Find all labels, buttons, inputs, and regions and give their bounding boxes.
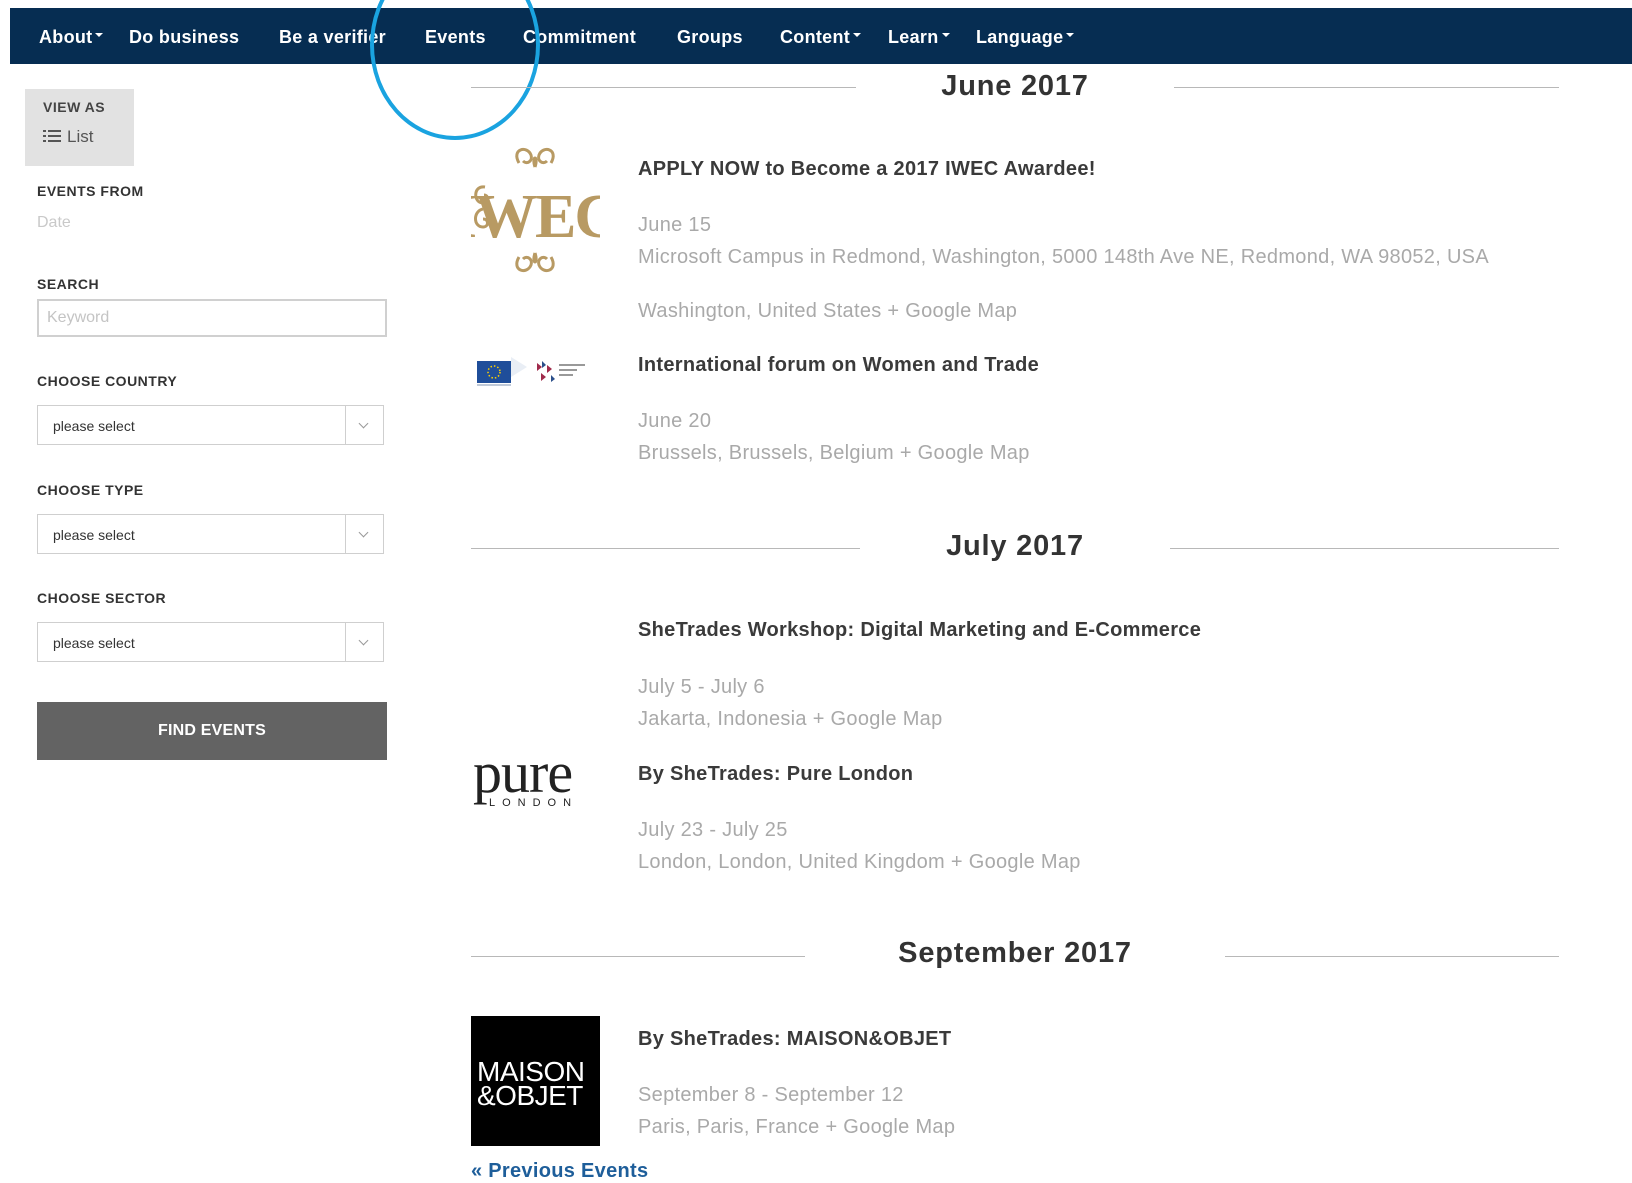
nav-be-a-verifier-label: Be a verifier [279, 27, 386, 47]
country-select-value: please select [53, 418, 135, 434]
divider [471, 548, 860, 549]
event-location: London, London, United Kingdom + Google … [638, 849, 1538, 876]
event-title-link[interactable]: APPLY NOW to Become a 2017 IWEC Awardee! [638, 158, 1096, 181]
event-location: Washington, United States + Google Map [638, 298, 1538, 325]
event-date: June 20 [638, 410, 712, 432]
divider [471, 87, 856, 88]
nav-content-label: Content [780, 27, 851, 47]
nav-learn-label: Learn [888, 27, 939, 47]
maison-objet-logo: MAISON &OBJET [471, 1016, 600, 1146]
chevron-down-icon [345, 623, 383, 661]
nav-content[interactable]: Content [780, 8, 862, 64]
event-title-link[interactable]: SheTrades Workshop: Digital Marketing an… [638, 619, 1201, 642]
divider [1174, 87, 1559, 88]
chevron-down-icon [345, 515, 383, 553]
event-title-link[interactable]: By SheTrades: MAISON&OBJET [638, 1028, 951, 1051]
divider [1225, 956, 1559, 957]
view-as-panel: VIEW AS List [25, 89, 134, 166]
event-location-text: London, London, United Kingdom [638, 851, 946, 873]
event-location: Brussels, Brussels, Belgium + Google Map [638, 440, 1538, 467]
nav-be-a-verifier[interactable]: Be a verifier [279, 8, 386, 64]
nav-do-business[interactable]: Do business [129, 8, 239, 64]
google-map-link[interactable]: + Google Map [825, 1116, 955, 1138]
event-location: Jakarta, Indonesia + Google Map [638, 706, 1538, 733]
google-map-link[interactable]: + Google Map [813, 708, 943, 730]
divider [471, 956, 805, 957]
nav-about[interactable]: About [39, 8, 104, 64]
sector-select-value: please select [53, 635, 135, 651]
london-logo-text: LONDON [489, 797, 578, 809]
nav-do-business-label: Do business [129, 27, 240, 47]
event-date: June 15 [638, 214, 712, 236]
event-venue: Microsoft Campus in Redmond, Washington,… [638, 246, 1489, 268]
list-icon [43, 130, 61, 143]
nav-groups-label: Groups [677, 27, 743, 47]
eu-itc-logos [477, 357, 585, 386]
event-location-text: Paris, Paris, France [638, 1116, 820, 1138]
event-location-text: Jakarta, Indonesia [638, 708, 807, 730]
pure-logo-text: pure [473, 742, 572, 805]
google-map-link[interactable]: + Google Map [900, 442, 1030, 464]
month-heading: July 2017 [946, 530, 1084, 562]
event-date: July 5 - July 6 [638, 676, 765, 698]
date-field[interactable]: Date [37, 214, 237, 234]
caret-down-icon [1066, 33, 1075, 38]
event-location: Paris, Paris, France + Google Map [638, 1114, 1538, 1141]
search-label: SEARCH [37, 276, 100, 292]
choose-country-label: CHOOSE COUNTRY [37, 373, 178, 389]
google-map-link[interactable]: + Google Map [951, 851, 1081, 873]
event-date: September 8 - September 12 [638, 1084, 904, 1106]
caret-down-icon [95, 33, 104, 38]
divider [1170, 548, 1559, 549]
pure-london-logo: pure LONDON [473, 742, 578, 809]
month-heading: June 2017 [941, 70, 1089, 102]
view-as-list-toggle[interactable]: List [43, 127, 93, 147]
nav-language[interactable]: Language [976, 8, 1075, 64]
choose-type-label: CHOOSE TYPE [37, 482, 144, 498]
nav-events[interactable]: Events [425, 8, 486, 64]
maison-logo-line2: &OBJET [477, 1080, 583, 1111]
keyword-search-input[interactable] [37, 299, 387, 337]
type-select[interactable]: please select [37, 514, 384, 554]
event-date: July 23 - July 25 [638, 819, 788, 841]
iwec-logo-text: IWEC [471, 183, 600, 251]
iwec-logo: IWEC [471, 147, 600, 273]
country-select[interactable]: please select [37, 405, 384, 445]
event-title-link[interactable]: By SheTrades: Pure London [638, 763, 913, 786]
sector-select[interactable]: please select [37, 622, 384, 662]
chevron-down-icon [345, 406, 383, 444]
event-location-text: Brussels, Brussels, Belgium [638, 442, 894, 464]
nav-events-label: Events [425, 27, 486, 47]
find-events-button[interactable]: FIND EVENTS [37, 702, 387, 760]
top-navbar: About Do business Be a verifier Events C… [10, 8, 1632, 64]
nav-commitment-label: Commitment [523, 27, 637, 47]
event-title-link[interactable]: International forum on Women and Trade [638, 354, 1039, 377]
month-heading: September 2017 [898, 937, 1132, 969]
choose-sector-label: CHOOSE SECTOR [37, 590, 167, 606]
view-as-label: VIEW AS [43, 99, 106, 115]
event-location-text: Washington, United States [638, 300, 882, 322]
view-as-value: List [67, 127, 94, 146]
nav-language-label: Language [976, 27, 1064, 47]
google-map-link[interactable]: + Google Map [887, 300, 1017, 322]
caret-down-icon [853, 33, 862, 38]
nav-groups[interactable]: Groups [677, 8, 743, 64]
nav-commitment[interactable]: Commitment [523, 8, 636, 64]
events-from-label: EVENTS FROM [37, 183, 144, 199]
caret-down-icon [941, 33, 950, 38]
nav-about-label: About [39, 27, 93, 47]
type-select-value: please select [53, 527, 135, 543]
nav-learn[interactable]: Learn [888, 8, 950, 64]
